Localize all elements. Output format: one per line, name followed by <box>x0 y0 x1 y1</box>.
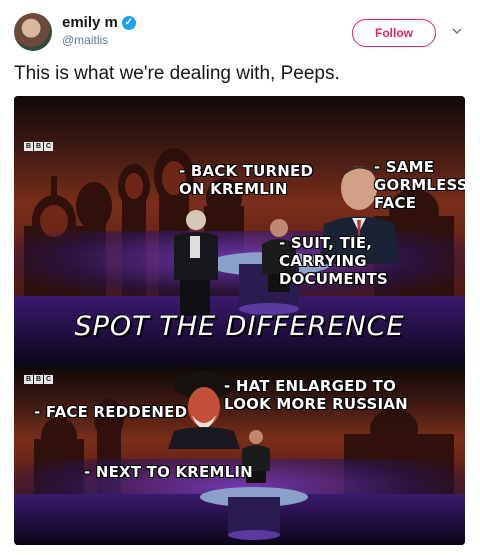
tweet-media-image[interactable]: B B C - BACK TURNED ON KREMLIN - SAME GO… <box>14 96 465 545</box>
bbc-logo: B B C <box>24 142 53 151</box>
chevron-down-icon[interactable] <box>451 25 463 37</box>
caption-back-turned: - BACK TURNED ON KREMLIN <box>179 162 314 198</box>
bottom-panel: B B C - HAT ENLARGED TO LOOK MORE RUSSIA… <box>14 369 465 545</box>
bbc-logo-letter: C <box>44 142 53 151</box>
bbc-logo-letter: B <box>34 375 43 384</box>
caption-suit: - SUIT, TIE, CARRYING DOCUMENTS <box>279 234 388 288</box>
bbc-logo-letter: B <box>34 142 43 151</box>
bbc-logo-letter: B <box>24 375 33 384</box>
caption-same-face: - SAME GORMLESS FACE <box>374 158 465 212</box>
bbc-logo-letter: B <box>24 142 33 151</box>
avatar[interactable] <box>14 13 52 51</box>
guest-back-turned-figure <box>174 210 218 316</box>
caption-hat-enlarged: - HAT ENLARGED TO LOOK MORE RUSSIAN <box>224 377 408 413</box>
author-handle[interactable]: @maitlis <box>62 33 108 47</box>
author-name-row: emily m ✓ <box>62 14 136 31</box>
top-panel: B B C - BACK TURNED ON KREMLIN - SAME GO… <box>14 96 465 366</box>
follow-button[interactable]: Follow <box>352 19 436 47</box>
spot-the-difference-headline: SPOT THE DIFFERENCE <box>74 311 405 342</box>
verified-badge-icon: ✓ <box>121 15 136 30</box>
tweet-header: emily m ✓ @maitlis Follow <box>0 0 480 60</box>
bbc-logo: B B C <box>24 375 53 384</box>
studio-desk <box>200 487 308 540</box>
caption-face-reddened: - FACE REDDENED <box>34 403 188 421</box>
caption-next-to-kremlin: - NEXT TO KREMLIN <box>84 463 253 481</box>
author-name[interactable]: emily m <box>62 14 118 31</box>
tweet-text: This is what we're dealing with, Peeps. <box>14 63 340 84</box>
bbc-logo-letter: C <box>44 375 53 384</box>
